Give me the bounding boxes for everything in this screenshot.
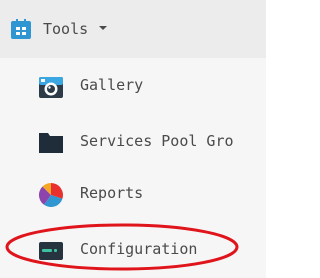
tools-menu: Tools Gallery Services Pool Gro Reports … <box>0 0 266 278</box>
pie-chart-icon <box>38 182 63 208</box>
tools-submenu: Gallery Services Pool Gro Reports Config… <box>0 58 266 278</box>
menu-item-label: Services Pool Gro <box>80 132 234 150</box>
menu-item-configuration[interactable]: Configuration <box>0 224 266 278</box>
caret-down-icon <box>99 26 107 30</box>
menu-item-label: Reports <box>80 184 144 202</box>
server-icon <box>39 242 63 260</box>
tools-menu-header[interactable]: Tools <box>0 0 266 58</box>
menu-item-gallery[interactable]: Gallery <box>0 58 266 112</box>
camera-icon <box>39 77 63 98</box>
tools-menu-title: Tools <box>43 20 89 38</box>
folder-icon <box>39 133 63 153</box>
menu-item-reports[interactable]: Reports <box>0 168 266 222</box>
grid-app-icon <box>11 19 31 39</box>
menu-item-services-pool[interactable]: Services Pool Gro <box>0 114 266 168</box>
menu-item-label: Gallery <box>80 76 144 94</box>
menu-item-label: Configuration <box>80 240 198 258</box>
